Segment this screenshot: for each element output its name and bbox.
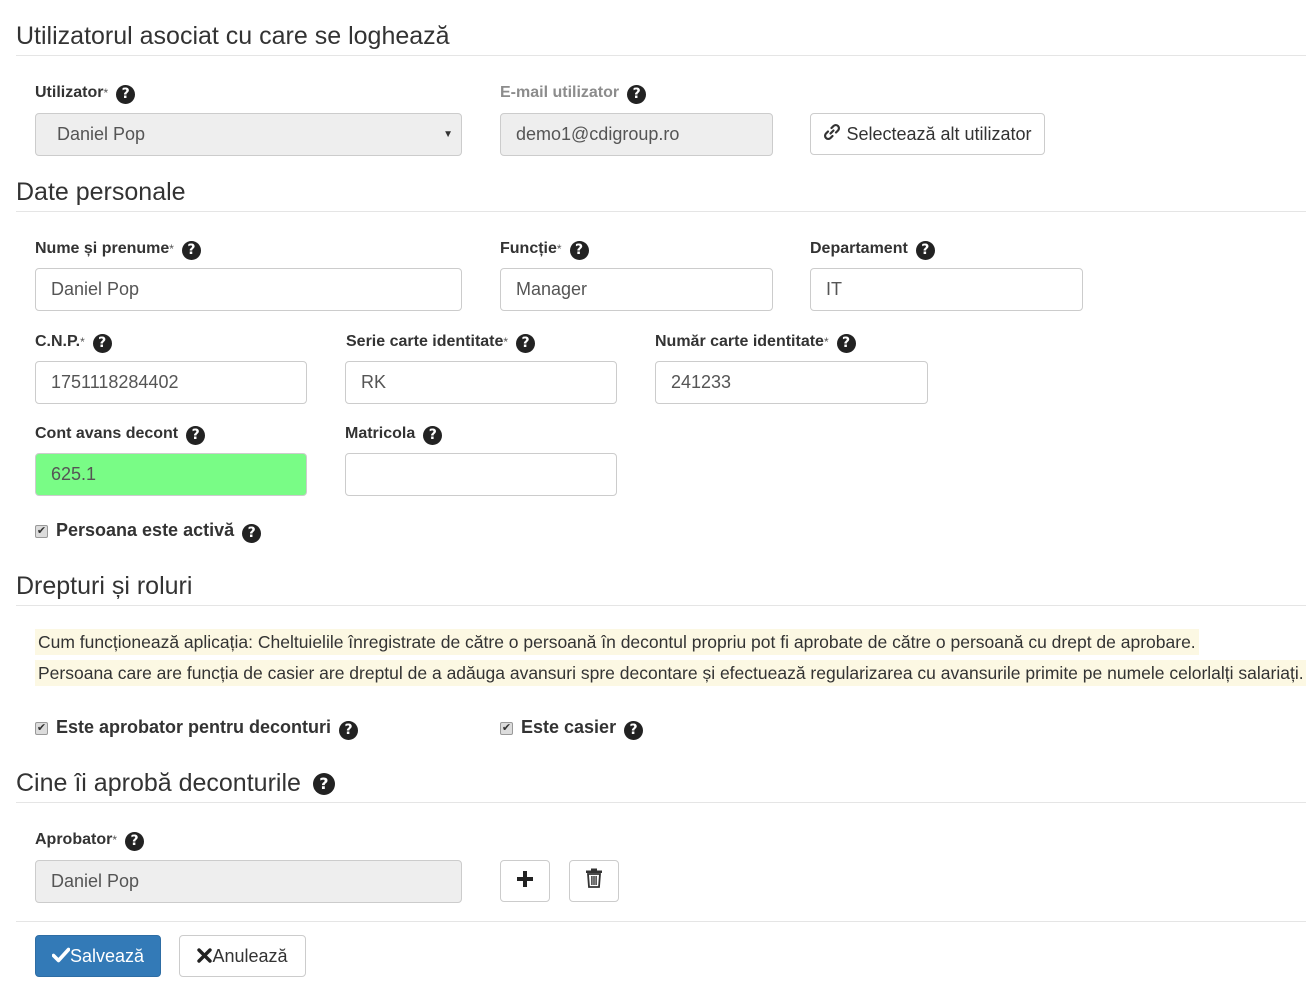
id-series-field[interactable]: RK — [345, 361, 617, 404]
required-mark: * — [823, 335, 829, 349]
approver-field: Daniel Pop — [35, 860, 462, 903]
user-select-value: Daniel Pop — [57, 124, 146, 144]
required-mark: * — [556, 242, 562, 256]
section-title-rights: Drepturi și roluri — [16, 572, 193, 600]
approver-label: Aprobator*? — [35, 830, 144, 851]
link-icon — [823, 115, 841, 155]
function-label: Funcție*? — [500, 239, 589, 260]
help-icon[interactable]: ? — [242, 524, 262, 543]
close-icon — [197, 937, 213, 977]
add-approver-button[interactable] — [500, 860, 550, 902]
plus-icon — [516, 862, 534, 902]
help-icon[interactable]: ? — [516, 334, 536, 353]
cashier-checkbox-label: Este casier — [521, 717, 617, 737]
delete-approver-button[interactable] — [569, 860, 619, 902]
select-other-user-button[interactable]: Selectează alt utilizator — [810, 113, 1045, 155]
help-icon[interactable]: ? — [312, 773, 335, 795]
info-note-cashier: Persoana care are funcția de casier are … — [35, 660, 1306, 686]
advance-account-field[interactable]: 625.1 — [35, 453, 307, 496]
help-icon[interactable]: ? — [339, 721, 359, 740]
save-button[interactable]: Salvează — [35, 935, 161, 977]
help-icon[interactable]: ? — [624, 721, 644, 740]
help-icon[interactable]: ? — [92, 334, 112, 353]
help-icon[interactable]: ? — [836, 334, 856, 353]
cashier-checkbox-row: ✔ Este casier? — [500, 716, 644, 740]
registration-field[interactable] — [345, 453, 617, 496]
active-checkbox[interactable]: ✔ — [35, 525, 48, 538]
id-series-label: Serie carte identitate*? — [346, 332, 536, 353]
active-checkbox-row: ✔ Persoana este activă? — [35, 519, 262, 543]
divider — [16, 605, 1306, 606]
divider — [16, 211, 1306, 212]
cnp-label: C.N.P.*? — [35, 332, 112, 353]
help-icon[interactable]: ? — [423, 426, 443, 445]
section-title-login-user: Utilizatorul asociat cu care se loghează — [16, 22, 450, 50]
trash-icon — [585, 862, 603, 902]
required-mark: * — [503, 335, 509, 349]
section-title-personal: Date personale — [16, 178, 186, 206]
user-select[interactable]: Daniel Pop ▼ — [35, 113, 462, 156]
approver-checkbox-label: Este aprobator pentru deconturi — [56, 717, 332, 737]
id-number-field[interactable]: 241233 — [655, 361, 928, 404]
help-icon[interactable]: ? — [125, 832, 144, 851]
help-icon[interactable]: ? — [569, 241, 589, 260]
section-title-approvers: Cine îi aprobă deconturile? — [16, 768, 335, 798]
required-mark: * — [103, 86, 109, 100]
active-checkbox-label: Persoana este activă — [56, 520, 235, 540]
approver-checkbox[interactable]: ✔ — [35, 722, 48, 735]
id-number-label: Număr carte identitate*? — [655, 332, 856, 353]
function-field[interactable]: Manager — [500, 268, 773, 311]
approver-checkbox-row: ✔ Este aprobator pentru deconturi? — [35, 716, 359, 740]
required-mark: * — [112, 833, 117, 847]
name-label: Nume și prenume*? — [35, 239, 201, 260]
department-label: Departament? — [810, 239, 935, 260]
help-icon[interactable]: ? — [915, 241, 935, 260]
divider — [16, 802, 1306, 803]
divider — [16, 921, 1306, 922]
divider — [16, 55, 1306, 56]
cancel-button[interactable]: Anulează — [179, 935, 306, 977]
advance-account-label: Cont avans decont? — [35, 424, 206, 445]
cashier-checkbox[interactable]: ✔ — [500, 722, 513, 735]
help-icon[interactable]: ? — [186, 426, 206, 445]
info-note-approval: Cum funcționează aplicația: Cheltuielile… — [35, 629, 1199, 655]
email-field: demo1@cdigroup.ro — [500, 113, 773, 156]
cnp-field[interactable]: 1751118284402 — [35, 361, 307, 404]
help-icon[interactable]: ? — [181, 241, 201, 260]
required-mark: * — [169, 242, 174, 256]
check-icon — [51, 937, 71, 977]
chevron-down-icon: ▼ — [443, 129, 453, 140]
required-mark: * — [80, 335, 85, 349]
registration-label: Matricola? — [345, 424, 443, 445]
help-icon[interactable]: ? — [627, 85, 647, 104]
name-field[interactable]: Daniel Pop — [35, 268, 462, 311]
department-field[interactable]: IT — [810, 268, 1083, 311]
help-icon[interactable]: ? — [116, 85, 136, 104]
email-label: E-mail utilizator? — [500, 83, 647, 104]
user-label: Utilizator*? — [35, 83, 136, 104]
